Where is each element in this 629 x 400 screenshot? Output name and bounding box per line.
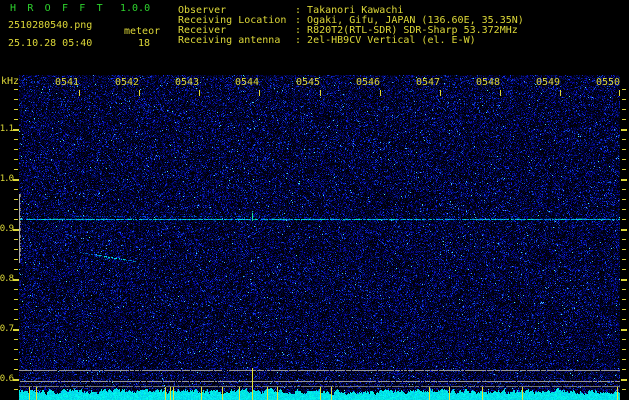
freq-minor-tick-left — [14, 349, 18, 350]
freq-minor-tick-right — [622, 299, 626, 300]
freq-minor-tick-left — [14, 319, 18, 320]
freq-major-tick-left — [13, 229, 19, 231]
freq-major-tick-left — [13, 179, 19, 181]
time-tick — [440, 90, 441, 96]
time-tick-label: 0545 — [296, 77, 321, 88]
freq-major-tick-left — [13, 379, 19, 381]
freq-minor-tick-left — [14, 259, 18, 260]
freq-major-tick-right — [621, 179, 627, 181]
freq-minor-tick-left — [14, 389, 18, 390]
freq-minor-tick-left — [14, 219, 18, 220]
time-tick-label: 0549 — [536, 77, 561, 88]
freq-minor-tick-right — [622, 109, 626, 110]
freq-minor-tick-right — [622, 219, 626, 220]
freq-minor-tick-right — [622, 389, 626, 390]
freq-minor-tick-right — [622, 169, 626, 170]
hrofft-screen: HROFFT 1.0.0 2510280540.png meteor 25.10… — [0, 0, 629, 400]
time-tick — [619, 90, 620, 96]
freq-minor-tick-left — [14, 339, 18, 340]
freq-major-tick-left — [13, 329, 19, 331]
freq-minor-tick-right — [622, 139, 626, 140]
time-tick-label: 0544 — [235, 77, 260, 88]
time-tick-label: 0542 — [115, 77, 140, 88]
freq-minor-tick-left — [14, 169, 18, 170]
time-tick — [139, 90, 140, 96]
time-tick-label: 0541 — [55, 77, 80, 88]
freq-minor-tick-right — [622, 349, 626, 350]
freq-minor-tick-left — [14, 99, 18, 100]
freq-tick-label: 0.8 — [0, 274, 14, 284]
axes-overlay: kHz 0541 0542 0543 0544 0545 0546 0547 0548 0549… — [0, 0, 629, 400]
freq-minor-tick-right — [622, 269, 626, 270]
time-tick — [199, 90, 200, 96]
time-tick — [259, 90, 260, 96]
freq-minor-tick-left — [14, 299, 18, 300]
freq-minor-tick-right — [622, 159, 626, 160]
time-tick — [380, 90, 381, 96]
freq-minor-tick-right — [622, 239, 626, 240]
time-tick-label: 0543 — [175, 77, 200, 88]
freq-minor-tick-right — [622, 209, 626, 210]
freq-minor-tick-right — [622, 319, 626, 320]
freq-minor-tick-left — [14, 189, 18, 190]
time-tick — [79, 90, 80, 96]
freq-minor-tick-left — [14, 239, 18, 240]
freq-minor-tick-right — [622, 259, 626, 260]
freq-minor-tick-right — [622, 249, 626, 250]
freq-minor-tick-right — [622, 359, 626, 360]
freq-minor-tick-left — [14, 209, 18, 210]
freq-minor-tick-left — [14, 309, 18, 310]
freq-minor-tick-left — [14, 369, 18, 370]
freq-minor-tick-right — [622, 119, 626, 120]
freq-minor-tick-right — [622, 89, 626, 90]
freq-minor-tick-right — [622, 199, 626, 200]
freq-minor-tick-right — [622, 149, 626, 150]
freq-tick-label: 0.9 — [0, 224, 14, 234]
freq-axis-unit-label: kHz — [1, 76, 20, 87]
freq-tick-label: 1.1 — [0, 124, 14, 134]
time-tick — [320, 90, 321, 96]
freq-minor-tick-left — [14, 199, 18, 200]
time-tick-label: 0546 — [356, 77, 381, 88]
freq-minor-tick-left — [14, 289, 18, 290]
freq-major-tick-right — [621, 379, 627, 381]
time-tick-label: 0547 — [416, 77, 441, 88]
freq-minor-tick-left — [14, 149, 18, 150]
freq-minor-tick-left — [14, 249, 18, 250]
freq-minor-tick-left — [14, 139, 18, 140]
freq-minor-tick-left — [14, 89, 18, 90]
freq-major-tick-right — [621, 129, 627, 131]
freq-minor-tick-right — [622, 309, 626, 310]
freq-minor-tick-right — [622, 289, 626, 290]
time-tick-label: 0550 — [596, 77, 621, 88]
freq-minor-tick-right — [622, 369, 626, 370]
freq-tick-label: 0.6 — [0, 374, 14, 384]
freq-major-tick-left — [13, 129, 19, 131]
freq-minor-tick-left — [14, 119, 18, 120]
time-tick — [560, 90, 561, 96]
freq-minor-tick-left — [14, 159, 18, 160]
freq-minor-tick-left — [14, 269, 18, 270]
freq-minor-tick-left — [14, 109, 18, 110]
freq-minor-tick-right — [622, 99, 626, 100]
freq-tick-label: 0.7 — [0, 324, 14, 334]
time-tick-label: 0548 — [476, 77, 501, 88]
freq-major-tick-right — [621, 329, 627, 331]
freq-minor-tick-left — [14, 359, 18, 360]
time-tick — [500, 90, 501, 96]
freq-major-tick-right — [621, 279, 627, 281]
freq-major-tick-left — [13, 279, 19, 281]
freq-tick-label: 1.0 — [0, 174, 14, 184]
freq-major-tick-right — [621, 229, 627, 231]
freq-minor-tick-right — [622, 339, 626, 340]
freq-minor-tick-right — [622, 189, 626, 190]
